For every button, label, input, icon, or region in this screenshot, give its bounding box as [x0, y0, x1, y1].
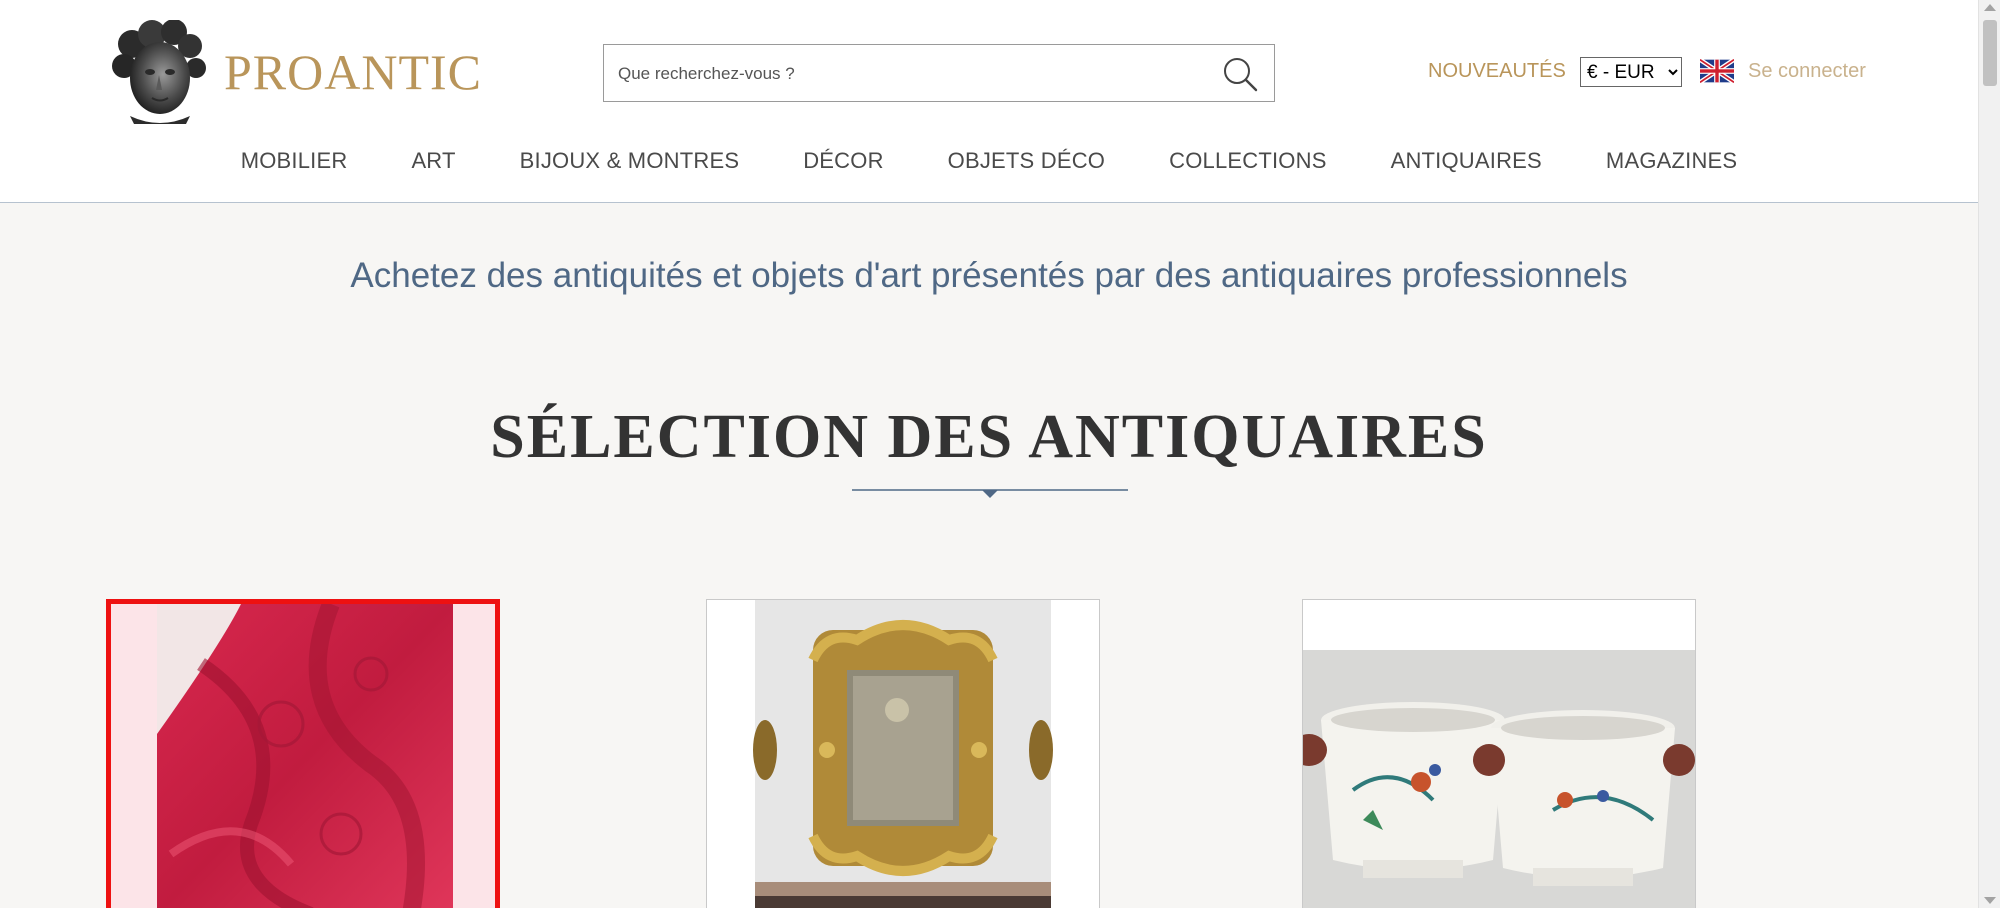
site-header: PROANTIC NOUVEAUTÉS € - EUR Se connecte: [0, 0, 1978, 203]
product-card-gilt-mirror[interactable]: [706, 599, 1100, 908]
title-divider: [852, 489, 1128, 498]
product-image-red-fabric: [111, 604, 495, 908]
uk-flag-icon[interactable]: [1700, 59, 1734, 83]
scroll-up-arrow-icon[interactable]: [1984, 4, 1996, 11]
search-input[interactable]: [616, 45, 1210, 103]
nav-item-magazines[interactable]: MAGAZINES: [1606, 148, 1737, 174]
currency-select[interactable]: € - EUR: [1580, 57, 1682, 87]
section-title: SÉLECTION DES ANTIQUAIRES: [490, 403, 1488, 471]
cherub-head-icon: [112, 20, 206, 124]
login-link[interactable]: Se connecter: [1748, 60, 1866, 83]
page: PROANTIC NOUVEAUTÉS € - EUR Se connecte: [0, 0, 1978, 908]
product-image-gilt-mirror: [707, 600, 1099, 908]
scroll-down-arrow-icon[interactable]: [1984, 897, 1996, 904]
search-bar: [603, 44, 1275, 103]
logo-link[interactable]: PROANTIC: [110, 20, 482, 124]
nav-item-decor[interactable]: DÉCOR: [803, 148, 883, 174]
nav-item-mobilier[interactable]: MOBILIER: [241, 148, 348, 174]
logo-text: PROANTIC: [224, 44, 483, 100]
nav-item-bijoux-montres[interactable]: BIJOUX & MONTRES: [520, 148, 740, 174]
scroll-thumb[interactable]: [1983, 20, 1997, 86]
tagline: Achetez des antiquités et objets d'art p…: [350, 256, 1628, 295]
nav-item-collections[interactable]: COLLECTIONS: [1169, 148, 1326, 174]
page-scrollbar[interactable]: [1978, 0, 2000, 908]
nav-item-art[interactable]: ART: [411, 148, 455, 174]
new-arrivals-link[interactable]: NOUVEAUTÉS: [1428, 60, 1566, 83]
nav-item-objets-deco[interactable]: OBJETS DÉCO: [948, 148, 1105, 174]
product-card-red-fabric[interactable]: [106, 599, 500, 908]
product-card-porcelain-pots[interactable]: [1302, 599, 1696, 908]
main-nav: MOBILIER ART BIJOUX & MONTRES DÉCOR OBJE…: [0, 148, 1978, 174]
search-button[interactable]: [1220, 54, 1260, 94]
product-image-porcelain-pots: [1303, 600, 1695, 908]
nav-item-antiquaires[interactable]: ANTIQUAIRES: [1391, 148, 1542, 174]
search-icon: [1224, 58, 1258, 92]
